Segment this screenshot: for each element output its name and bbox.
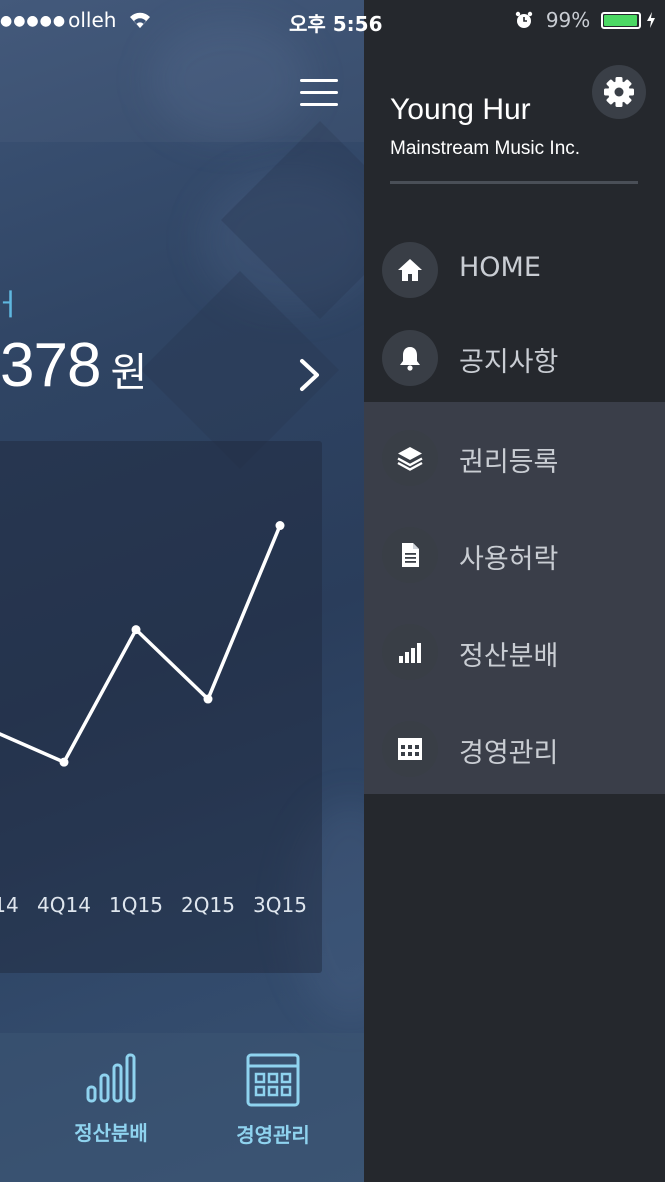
bottom-tab-settlement-label: 정산분배 xyxy=(74,1121,148,1145)
bottom-tab-bar: 정산분배 경영관리 xyxy=(0,1033,364,1182)
x-tick-label: 14 xyxy=(0,893,19,917)
nav-icon-circle xyxy=(382,242,438,298)
x-tick-label: 2Q15 xyxy=(181,893,235,917)
amount-display: 378 원 xyxy=(0,330,147,401)
clock: 오후 5:56 xyxy=(289,12,383,36)
x-tick-label: 1Q15 xyxy=(109,893,163,917)
nav-item-notice[interactable]: 공지사항 xyxy=(364,310,665,407)
header-divider xyxy=(390,181,638,184)
battery-icon xyxy=(600,12,641,29)
battery-fill xyxy=(603,15,638,26)
nav-item-label: 경영관리 xyxy=(459,738,559,769)
x-tick-label: 3Q15 xyxy=(253,893,307,917)
nav-item-rights-registration[interactable]: 권리등록 xyxy=(364,410,665,507)
navigation-drawer: Young Hur Mainstream Music Inc. HOME 공지사… xyxy=(364,0,665,1182)
document-icon xyxy=(402,543,419,567)
amount-caption: ㅓ xyxy=(0,288,22,323)
amount-value: 378 xyxy=(0,331,101,400)
calendar-grid-icon xyxy=(398,738,422,760)
nav-icon-circle xyxy=(382,624,438,680)
alarm-clock-icon xyxy=(516,11,533,28)
x-tick-label: 4Q14 xyxy=(37,893,91,917)
nav-item-label: 공지사항 xyxy=(459,347,559,378)
bell-icon xyxy=(400,347,420,371)
nav-item-label: 사용허락 xyxy=(459,544,559,575)
drawer-header: Young Hur Mainstream Music Inc. xyxy=(364,40,665,202)
bar-chart-icon xyxy=(399,643,421,663)
line-chart: 14 4Q14 1Q15 2Q15 3Q15 xyxy=(0,521,307,917)
nav-item-settlement[interactable]: 정산분배 xyxy=(364,604,665,701)
battery-percent: 99% xyxy=(545,8,591,32)
nav-icon-circle xyxy=(382,330,438,386)
nav-icon-circle xyxy=(382,430,438,486)
data-point-2Q15 xyxy=(203,694,213,704)
nav-item-home[interactable]: HOME xyxy=(364,222,665,319)
charging-bolt-icon xyxy=(647,12,655,28)
hamburger-menu-icon[interactable] xyxy=(300,79,338,106)
data-point-4Q14 xyxy=(59,757,69,767)
user-company: Mainstream Music Inc. xyxy=(390,138,581,159)
settings-button[interactable] xyxy=(592,65,646,119)
nav-item-label: 정산분배 xyxy=(459,641,559,672)
battery-status: 99% xyxy=(515,8,655,32)
bottom-tab-management-label: 경영관리 xyxy=(236,1123,310,1147)
bottom-tab-management[interactable]: 경영관리 xyxy=(213,1053,333,1148)
layers-icon xyxy=(397,447,423,471)
nav-item-management[interactable]: 경영관리 xyxy=(364,701,665,798)
bottom-tab-settlement[interactable]: 정산분배 xyxy=(51,1053,171,1146)
wifi-icon xyxy=(129,12,150,28)
nav-icon-circle xyxy=(382,527,438,583)
home-icon xyxy=(398,259,422,281)
background-app-screen: ㅓ 378원 14 4Q14 1Q15 2Q15 3Q15 정산분배 xyxy=(0,0,364,1182)
status-bar: ●●●●● olleh 오후 5:56 99% xyxy=(0,0,665,40)
nav-item-label: HOME xyxy=(459,252,541,283)
carrier-name: olleh xyxy=(68,8,117,32)
signal-strength-icon: ●●●●● xyxy=(0,13,67,29)
data-point-3Q15 xyxy=(275,521,285,531)
nav-icon-circle xyxy=(382,721,438,777)
amount-unit: 원 xyxy=(110,350,148,396)
series-line xyxy=(0,524,282,764)
nav-item-label: 권리등록 xyxy=(459,447,559,478)
chevron-right-icon[interactable] xyxy=(297,355,323,395)
data-point-1Q15 xyxy=(131,625,141,635)
signal-and-carrier: ●●●●● olleh xyxy=(0,8,151,32)
nav-item-usage-license[interactable]: 사용허락 xyxy=(364,507,665,604)
gear-icon xyxy=(604,77,634,107)
nav-group-highlighted: 권리등록 사용허락 정산분배 경영관리 xyxy=(364,402,665,794)
user-name: Young Hur xyxy=(390,93,531,126)
bar-chart-icon xyxy=(86,1053,136,1103)
calendar-grid-icon xyxy=(246,1053,300,1107)
